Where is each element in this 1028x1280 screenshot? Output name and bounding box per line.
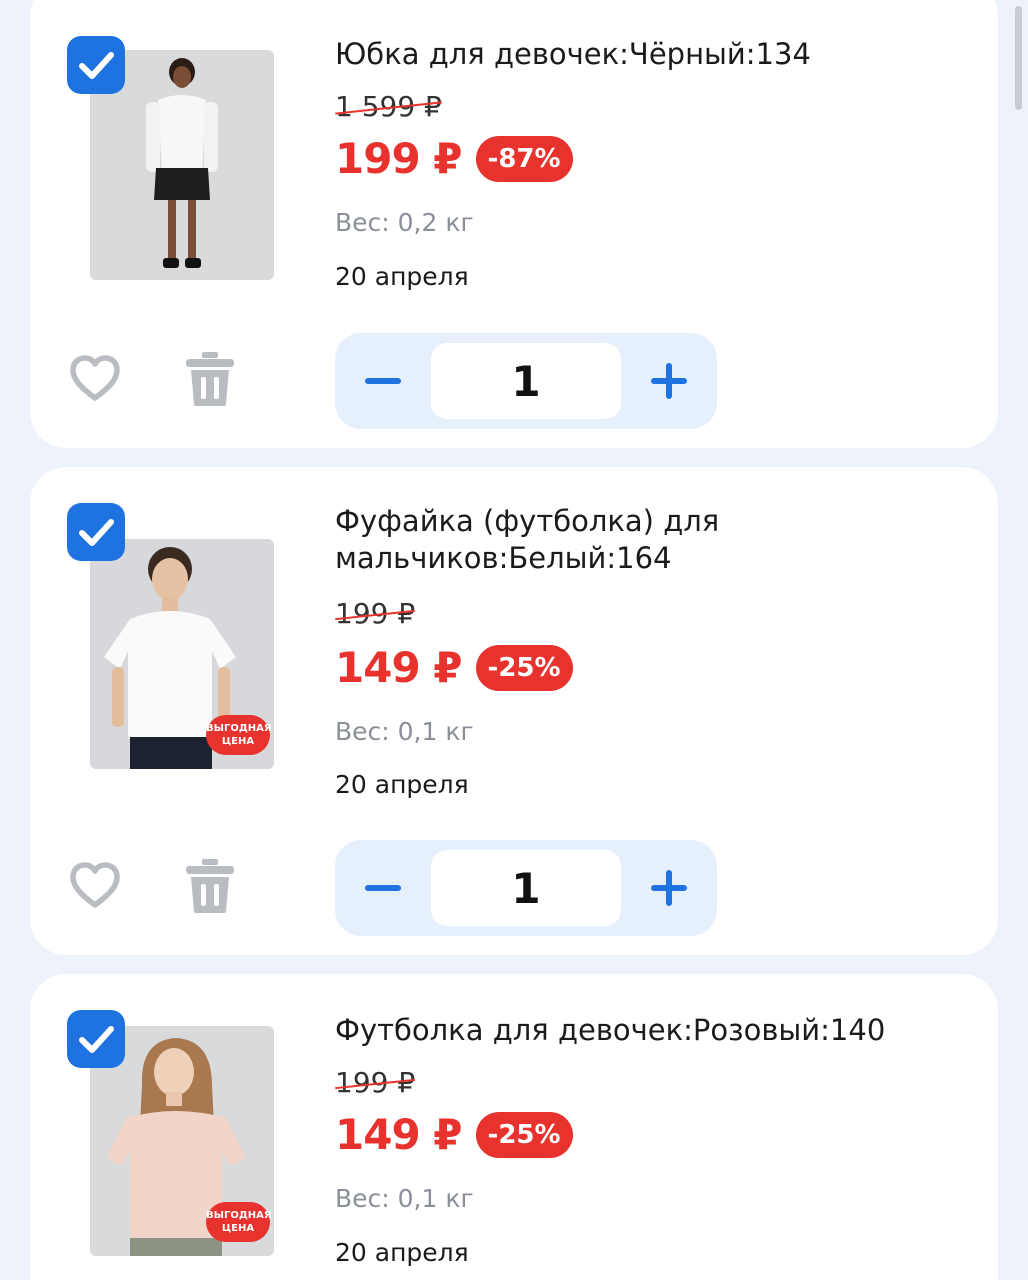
trash-icon	[186, 352, 234, 406]
old-price: 1 599 ₽	[335, 90, 442, 123]
old-price: 199 ₽	[335, 597, 415, 630]
cart-page: Юбка для девочек:Чёрный:134 1 599 ₽ 199 …	[0, 0, 1028, 1280]
minus-icon	[365, 885, 401, 891]
delete-button[interactable]	[182, 857, 238, 915]
checkmark-icon	[79, 52, 114, 79]
weight-info: Вес: 0,2 кг	[335, 208, 474, 237]
price-row: 199 ₽ -87%	[335, 134, 573, 183]
delete-button[interactable]	[182, 350, 238, 408]
cart-item-card: ВЫГОДНАЯ ЦЕНА Фуфайка (футболка) для маль…	[30, 467, 998, 955]
plus-icon	[651, 363, 687, 399]
favorite-button[interactable]	[68, 352, 122, 406]
decrease-quantity-button[interactable]	[335, 333, 431, 429]
increase-quantity-button[interactable]	[621, 333, 717, 429]
quantity-value[interactable]: 1	[431, 850, 621, 926]
cart-item-card: ВЫГОДНАЯ ЦЕНА Футболка для девочек:Розовы…	[30, 974, 998, 1280]
discount-badge: -25%	[475, 1111, 573, 1158]
price-row: 149 ₽ -25%	[335, 643, 573, 692]
weight-info: Вес: 0,1 кг	[335, 1184, 474, 1213]
quantity-value[interactable]: 1	[431, 343, 621, 419]
weight-label: Вес:	[335, 1184, 390, 1213]
minus-icon	[365, 378, 401, 384]
weight-label: Вес:	[335, 208, 390, 237]
favorite-button[interactable]	[68, 859, 122, 913]
product-title[interactable]: Футболка для девочек:Розовый:140	[335, 1012, 895, 1049]
weight-value: 0,1 кг	[397, 1184, 474, 1213]
quantity-stepper: 1	[335, 333, 717, 429]
quantity-stepper: 1	[335, 840, 717, 936]
price-row: 149 ₽ -25%	[335, 1110, 573, 1159]
select-item-checkbox[interactable]	[67, 1010, 125, 1068]
current-price: 149 ₽	[335, 643, 463, 692]
checkmark-icon	[79, 519, 114, 546]
plus-icon	[651, 870, 687, 906]
current-price: 149 ₽	[335, 1110, 463, 1159]
old-price: 199 ₽	[335, 1066, 415, 1099]
product-title[interactable]: Фуфайка (футболка) для мальчиков:Белый:1…	[335, 503, 895, 577]
weight-info: Вес: 0,1 кг	[335, 717, 474, 746]
decrease-quantity-button[interactable]	[335, 840, 431, 936]
cart-item-card: Юбка для девочек:Чёрный:134 1 599 ₽ 199 …	[30, 0, 998, 448]
weight-label: Вес:	[335, 717, 390, 746]
select-item-checkbox[interactable]	[67, 503, 125, 561]
trash-icon	[186, 859, 234, 913]
current-price: 199 ₽	[335, 134, 463, 183]
scrollbar[interactable]	[1015, 6, 1022, 110]
checkmark-icon	[79, 1026, 114, 1053]
product-image[interactable]: ВЫГОДНАЯ ЦЕНА	[90, 539, 274, 769]
promo-badge: ВЫГОДНАЯ ЦЕНА	[206, 715, 272, 755]
delivery-date: 20 апреля	[335, 262, 469, 291]
product-title[interactable]: Юбка для девочек:Чёрный:134	[335, 36, 895, 73]
weight-value: 0,2 кг	[397, 208, 474, 237]
discount-badge: -87%	[475, 135, 573, 182]
promo-badge: ВЫГОДНАЯ ЦЕНА	[206, 1202, 272, 1242]
delivery-date: 20 апреля	[335, 1238, 469, 1267]
delivery-date: 20 апреля	[335, 770, 469, 799]
increase-quantity-button[interactable]	[621, 840, 717, 936]
discount-badge: -25%	[475, 644, 573, 691]
heart-icon	[70, 862, 120, 908]
weight-value: 0,1 кг	[397, 717, 474, 746]
heart-icon	[70, 355, 120, 401]
select-item-checkbox[interactable]	[67, 36, 125, 94]
